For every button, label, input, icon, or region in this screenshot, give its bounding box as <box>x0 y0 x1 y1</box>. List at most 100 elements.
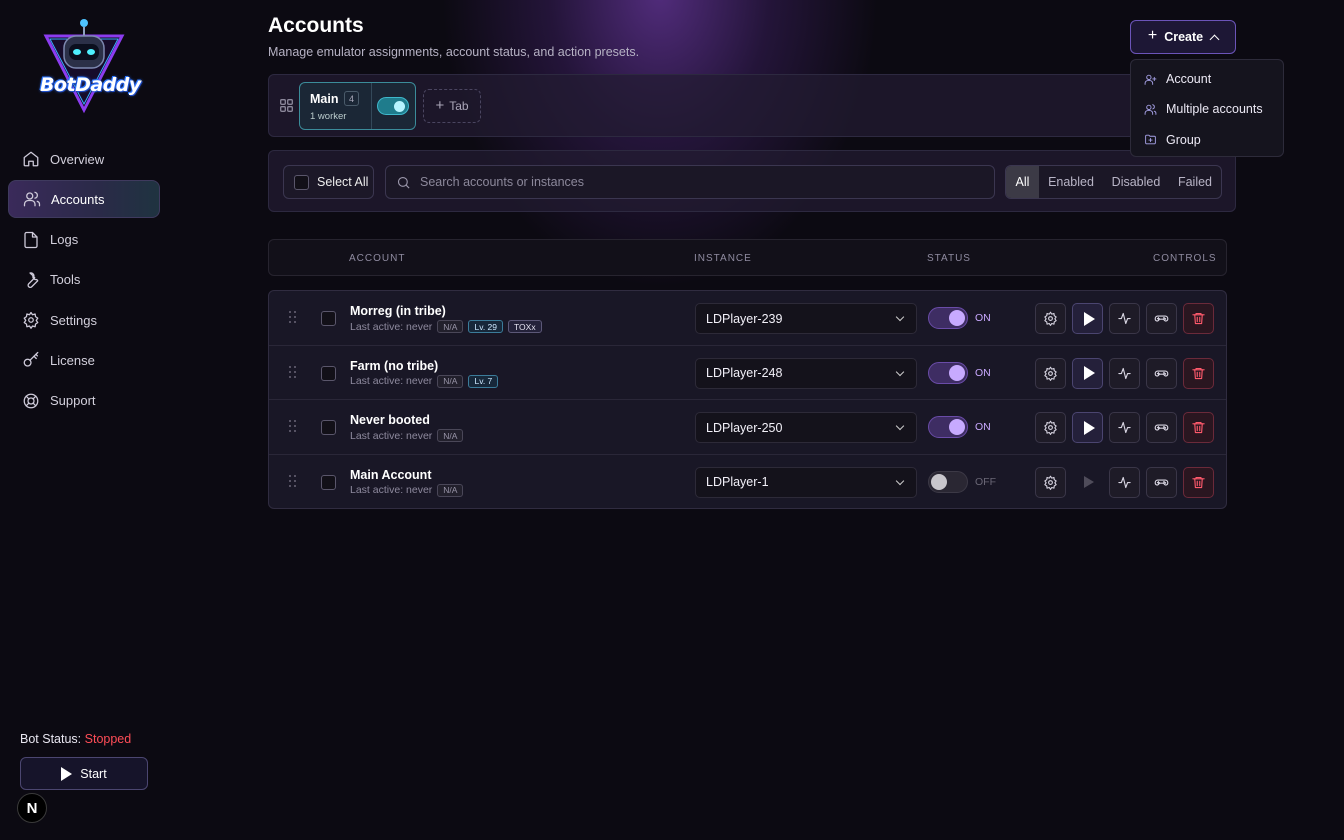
gamepad-button[interactable] <box>1146 466 1177 498</box>
sidebar-item-label: Support <box>50 393 96 409</box>
gamepad-button[interactable] <box>1146 357 1177 389</box>
column-header-instance: INSTANCE <box>694 253 752 264</box>
status-toggle[interactable] <box>928 361 968 384</box>
last-active: Last active: never <box>350 375 433 388</box>
gamepad-button[interactable] <box>1146 412 1177 444</box>
users-icon <box>1144 104 1157 115</box>
user-plus-icon <box>1144 74 1157 85</box>
level-badge: Lv. 29 <box>468 320 503 333</box>
gear-icon <box>1044 366 1057 381</box>
play-icon <box>61 766 73 781</box>
sidebar-item-support[interactable]: Support <box>8 382 160 420</box>
row-checkbox[interactable] <box>321 474 336 490</box>
search-input[interactable] <box>420 175 980 189</box>
bot-status-label: Bot Status: <box>20 732 82 746</box>
sidebar-item-accounts[interactable]: Accounts <box>8 180 160 219</box>
menu-item-multiple-accounts[interactable]: Multiple accounts <box>1131 94 1283 124</box>
start-button[interactable]: Start <box>20 757 148 790</box>
settings-button[interactable] <box>1035 303 1066 334</box>
menu-item-account[interactable]: Account <box>1131 64 1283 94</box>
gamepad-icon <box>1154 370 1169 377</box>
bot-status-value: Stopped <box>84 732 132 746</box>
activity-button[interactable] <box>1109 303 1140 334</box>
tab-workers: 1 worker <box>310 111 347 122</box>
sidebar-item-label: Logs <box>50 232 79 248</box>
instance-select[interactable]: LDPlayer-1 <box>695 466 917 498</box>
sidebar-item-label: Tools <box>50 272 81 288</box>
gamepad-button[interactable] <box>1146 303 1177 334</box>
drag-handle-icon[interactable] <box>289 365 299 380</box>
play-button[interactable] <box>1072 357 1103 389</box>
activity-button[interactable] <box>1109 412 1140 444</box>
drag-handle-icon[interactable] <box>289 474 299 489</box>
column-header-controls: CONTROLS <box>1153 253 1217 264</box>
table-row: Main Account Last active: never N/A LDPl… <box>269 455 1226 508</box>
sidebar-item-overview[interactable]: Overview <box>8 140 160 178</box>
sidebar-item-logs[interactable]: Logs <box>8 221 160 259</box>
delete-button[interactable] <box>1183 412 1214 444</box>
instance-select[interactable]: LDPlayer-248 <box>695 357 917 389</box>
filter-enabled[interactable]: Enabled <box>1039 166 1103 198</box>
create-dropdown-menu: Account Multiple accounts Group <box>1130 59 1284 157</box>
add-tab-button[interactable]: + Tab <box>423 89 481 123</box>
row-checkbox[interactable] <box>321 365 336 381</box>
search-box <box>385 165 995 199</box>
create-button[interactable]: + Create <box>1130 20 1236 54</box>
chevron-down-icon <box>895 476 905 486</box>
instance-select[interactable]: LDPlayer-239 <box>695 303 917 334</box>
settings-button[interactable] <box>1035 357 1066 389</box>
drag-handle-icon[interactable] <box>289 420 299 434</box>
activity-icon <box>1118 422 1131 434</box>
delete-button[interactable] <box>1183 466 1214 498</box>
delete-button[interactable] <box>1183 303 1214 334</box>
settings-button[interactable] <box>1035 466 1066 498</box>
column-header-account: ACCOUNT <box>349 253 406 264</box>
plus-icon: + <box>1147 27 1158 44</box>
activity-button[interactable] <box>1109 466 1140 498</box>
row-checkbox[interactable] <box>321 311 336 326</box>
sidebar-item-tools[interactable]: Tools <box>8 261 160 299</box>
filter-failed[interactable]: Failed <box>1169 166 1221 198</box>
sidebar-item-license[interactable]: License <box>8 341 160 379</box>
grid-icon[interactable] <box>280 99 293 112</box>
instance-select[interactable]: LDPlayer-250 <box>695 412 917 444</box>
gamepad-icon <box>1154 479 1169 486</box>
menu-item-group[interactable]: Group <box>1131 125 1283 155</box>
drag-handle-icon[interactable] <box>289 311 299 325</box>
filter-disabled[interactable]: Disabled <box>1103 166 1169 198</box>
status-label: OFF <box>975 475 996 488</box>
status-toggle[interactable] <box>928 307 968 329</box>
select-all-button[interactable]: Select All <box>283 165 374 199</box>
status-toggle[interactable] <box>928 416 968 439</box>
activity-button[interactable] <box>1109 357 1140 389</box>
status-toggle[interactable] <box>928 470 968 493</box>
trash-icon <box>1192 312 1205 325</box>
table-header: ACCOUNT INSTANCE STATUS CONTROLS <box>268 239 1227 276</box>
search-icon <box>397 176 410 189</box>
play-icon <box>1084 476 1094 489</box>
play-icon <box>1083 366 1095 381</box>
instance-value: LDPlayer-1 <box>706 475 769 490</box>
next-badge[interactable]: N <box>17 793 47 823</box>
delete-button[interactable] <box>1183 357 1214 389</box>
play-button[interactable] <box>1072 303 1103 334</box>
create-button-label: Create <box>1164 30 1204 44</box>
chevron-down-icon <box>895 312 905 322</box>
status-label: ON <box>975 312 991 324</box>
tab-main[interactable]: Main 4 1 worker <box>299 82 416 130</box>
key-icon <box>23 352 39 368</box>
play-button[interactable] <box>1072 412 1103 444</box>
add-tab-label: Tab <box>449 99 469 113</box>
settings-button[interactable] <box>1035 412 1066 444</box>
select-all-checkbox[interactable] <box>294 174 309 190</box>
tab-enable-toggle[interactable] <box>377 97 409 115</box>
row-checkbox[interactable] <box>321 420 336 436</box>
sidebar-item-label: Overview <box>50 151 105 167</box>
logo-text: BotDaddy <box>40 74 141 96</box>
bot-status: Bot Status: Stopped <box>20 732 131 746</box>
na-badge: N/A <box>437 429 464 443</box>
instance-value: LDPlayer-248 <box>706 366 783 381</box>
sidebar-item-settings[interactable]: Settings <box>8 301 160 339</box>
filter-all[interactable]: All <box>1006 166 1039 198</box>
gamepad-icon <box>1154 315 1169 322</box>
